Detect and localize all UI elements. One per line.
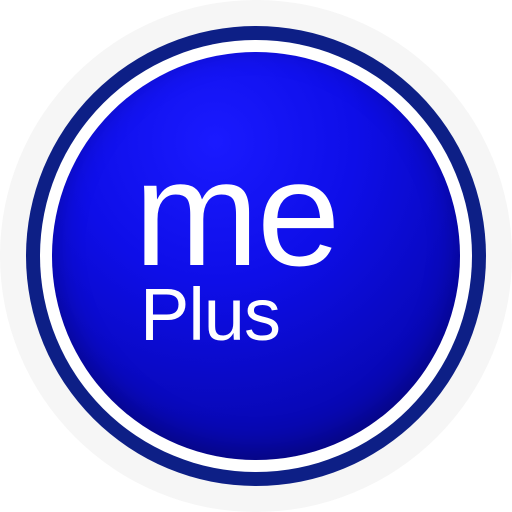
logo-text-me: me: [134, 129, 340, 297]
logo-text-plus: Plus: [140, 273, 281, 356]
meplus-app-icon: me Plus: [0, 0, 512, 512]
